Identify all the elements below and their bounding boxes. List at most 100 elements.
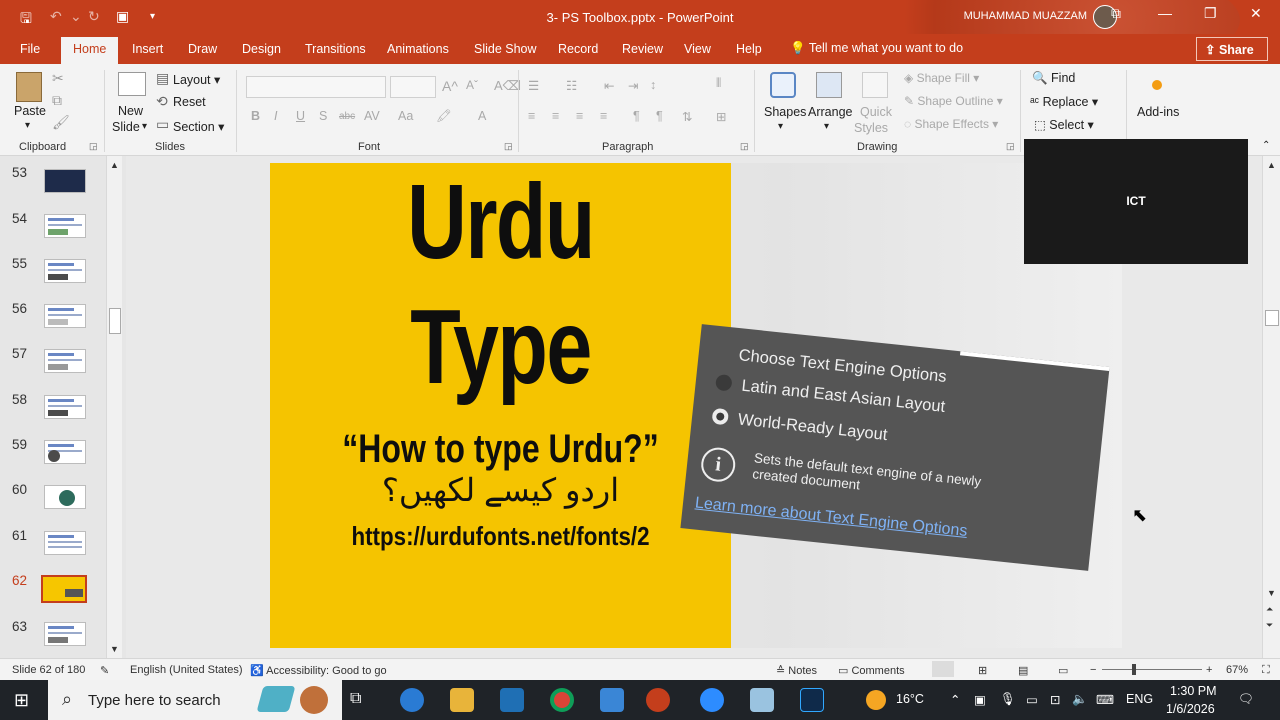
drawing-launcher-icon[interactable]: ◲: [1006, 141, 1015, 152]
font-color-icon[interactable]: A: [478, 109, 486, 123]
slide-scrollbar[interactable]: ▲ ▼ ⏶ ⏷: [1262, 156, 1280, 658]
text-direction-icon[interactable]: ⇅: [682, 109, 692, 124]
task-view-icon[interactable]: ⧉: [350, 690, 361, 708]
decrease-indent-icon[interactable]: ⇤: [604, 78, 614, 93]
scrollbar-thumb[interactable]: [1265, 310, 1279, 326]
slide-thumbnail-62[interactable]: [41, 575, 87, 603]
language-indicator[interactable]: English (United States): [130, 664, 243, 676]
tab-home[interactable]: Home: [61, 37, 119, 64]
share-button[interactable]: ⇪ Share: [1196, 37, 1268, 61]
find-button[interactable]: 🔍 Find: [1032, 71, 1075, 86]
text-engine-options-image[interactable]: Choose Text Engine Options Latin and Eas…: [680, 324, 1110, 571]
align-left-icon[interactable]: ≡: [528, 109, 535, 123]
tab-review[interactable]: Review: [622, 42, 663, 56]
next-slide-icon[interactable]: ⏷: [1266, 620, 1273, 631]
slide-thumbnail-57[interactable]: [44, 349, 86, 373]
slideshow-view-icon[interactable]: ▭: [1058, 664, 1068, 677]
select-button[interactable]: ⬚ Select ▾: [1034, 117, 1094, 132]
battery-icon[interactable]: ▭: [1026, 692, 1038, 707]
highlight-icon[interactable]: 🖍: [436, 109, 452, 124]
show-hidden-icons-icon[interactable]: ⌃: [950, 692, 960, 707]
collapse-ribbon-icon[interactable]: ⌃: [1262, 140, 1270, 151]
notes-button[interactable]: ≙ Notes: [776, 664, 817, 677]
columns-icon[interactable]: ⫴: [716, 76, 721, 91]
font-launcher-icon[interactable]: ◲: [504, 141, 513, 152]
reading-view-icon[interactable]: ▤: [1018, 664, 1028, 677]
increase-indent-icon[interactable]: ⇥: [628, 78, 638, 93]
font-name-combo[interactable]: [246, 76, 386, 98]
edge-icon[interactable]: [400, 688, 424, 712]
rtl-icon[interactable]: ¶: [633, 109, 640, 123]
align-right-icon[interactable]: ≡: [576, 109, 583, 123]
normal-view-icon[interactable]: [932, 661, 954, 677]
scroll-down-icon[interactable]: ▼: [110, 644, 119, 654]
comments-button[interactable]: ▭ Comments: [838, 664, 905, 677]
scroll-up-icon[interactable]: ▲: [1267, 160, 1276, 170]
fit-to-window-icon[interactable]: ⛶: [1262, 664, 1270, 677]
zoom-out-icon[interactable]: −: [1090, 664, 1096, 676]
clipboard-launcher-icon[interactable]: ◲: [89, 141, 98, 152]
slide-thumbnail-55[interactable]: [44, 259, 86, 283]
underline-icon[interactable]: U: [296, 109, 305, 123]
decrease-font-icon[interactable]: Aˇ: [466, 78, 478, 92]
tell-me-search[interactable]: 💡 Tell me what you want to do: [790, 41, 963, 56]
microsoft-store-icon[interactable]: [600, 688, 624, 712]
tab-insert[interactable]: Insert: [132, 42, 163, 56]
format-painter-icon[interactable]: 🖌: [52, 114, 70, 131]
slide-thumbnail-58[interactable]: [44, 395, 86, 419]
tab-view[interactable]: View: [684, 42, 711, 56]
shape-fill-button[interactable]: ◈ Shape Fill ▾: [904, 71, 979, 85]
scroll-up-icon[interactable]: ▲: [110, 160, 119, 170]
line-spacing-icon[interactable]: ↕: [650, 78, 656, 92]
photoshop-icon[interactable]: [800, 688, 824, 712]
section-button[interactable]: Section ▾: [173, 119, 224, 134]
notifications-icon[interactable]: 🗨: [1238, 692, 1254, 707]
strikethrough-icon[interactable]: abc: [339, 111, 355, 122]
reset-button[interactable]: Reset: [173, 95, 206, 109]
smartart-icon[interactable]: ⊞: [716, 109, 726, 124]
shadow-icon[interactable]: S: [319, 109, 327, 123]
italic-icon[interactable]: I: [274, 109, 277, 123]
scrollbar-thumb[interactable]: [109, 308, 121, 334]
keyboard-icon[interactable]: ⌨: [1096, 692, 1114, 707]
tab-design[interactable]: Design: [242, 42, 281, 56]
clear-format-icon[interactable]: A⌫: [494, 78, 521, 94]
slide-sorter-icon[interactable]: ⊞: [978, 664, 987, 677]
cut-icon[interactable]: ✂: [52, 70, 64, 87]
chrome-icon[interactable]: [550, 688, 574, 712]
windows-start-icon[interactable]: ⊞: [14, 690, 29, 711]
ltr-icon[interactable]: ¶: [656, 109, 663, 123]
thumbnail-scrollbar[interactable]: ▲ ▼: [106, 156, 122, 658]
zoom-level[interactable]: 67%: [1226, 664, 1248, 676]
slide-thumbnail-61[interactable]: [44, 531, 86, 555]
scroll-down-icon[interactable]: ▼: [1267, 588, 1276, 598]
weather-temperature[interactable]: 16°C: [896, 692, 924, 706]
tab-record[interactable]: Record: [558, 42, 598, 56]
numbering-icon[interactable]: ☷: [566, 78, 577, 93]
taskbar-search[interactable]: ⌕ Type here to search: [48, 680, 342, 720]
close-button[interactable]: ✕: [1250, 5, 1262, 22]
zoom-in-icon[interactable]: +: [1206, 664, 1212, 676]
tab-transitions[interactable]: Transitions: [305, 42, 366, 56]
ribbon-display-icon[interactable]: ⧉: [1111, 5, 1121, 22]
notepad-icon[interactable]: [750, 688, 774, 712]
layout-button[interactable]: Layout ▾: [173, 72, 220, 87]
slide-thumbnail-63[interactable]: [44, 622, 86, 646]
slide-thumbnail-60[interactable]: [44, 485, 86, 509]
tab-slide-show[interactable]: Slide Show: [474, 42, 537, 56]
replace-button[interactable]: ᵃᶜ Replace ▾: [1030, 94, 1098, 109]
file-explorer-icon[interactable]: [450, 688, 474, 712]
accessibility-button[interactable]: ♿ Accessibility: Good to go: [250, 664, 387, 677]
zoom-slider[interactable]: [1102, 669, 1202, 670]
tab-draw[interactable]: Draw: [188, 42, 217, 56]
increase-font-icon[interactable]: A^: [442, 78, 458, 94]
zoom-video-overlay[interactable]: ICT: [1024, 139, 1248, 264]
tab-animations[interactable]: Animations: [387, 42, 449, 56]
network-icon[interactable]: ⊡: [1050, 692, 1060, 707]
font-size-combo[interactable]: [390, 76, 436, 98]
slide-thumbnail-53[interactable]: [44, 169, 86, 193]
bold-icon[interactable]: B: [251, 109, 260, 123]
copy-icon[interactable]: ⧉: [52, 92, 62, 109]
meet-now-icon[interactable]: ▣: [974, 692, 986, 707]
tab-file[interactable]: File: [20, 42, 40, 56]
